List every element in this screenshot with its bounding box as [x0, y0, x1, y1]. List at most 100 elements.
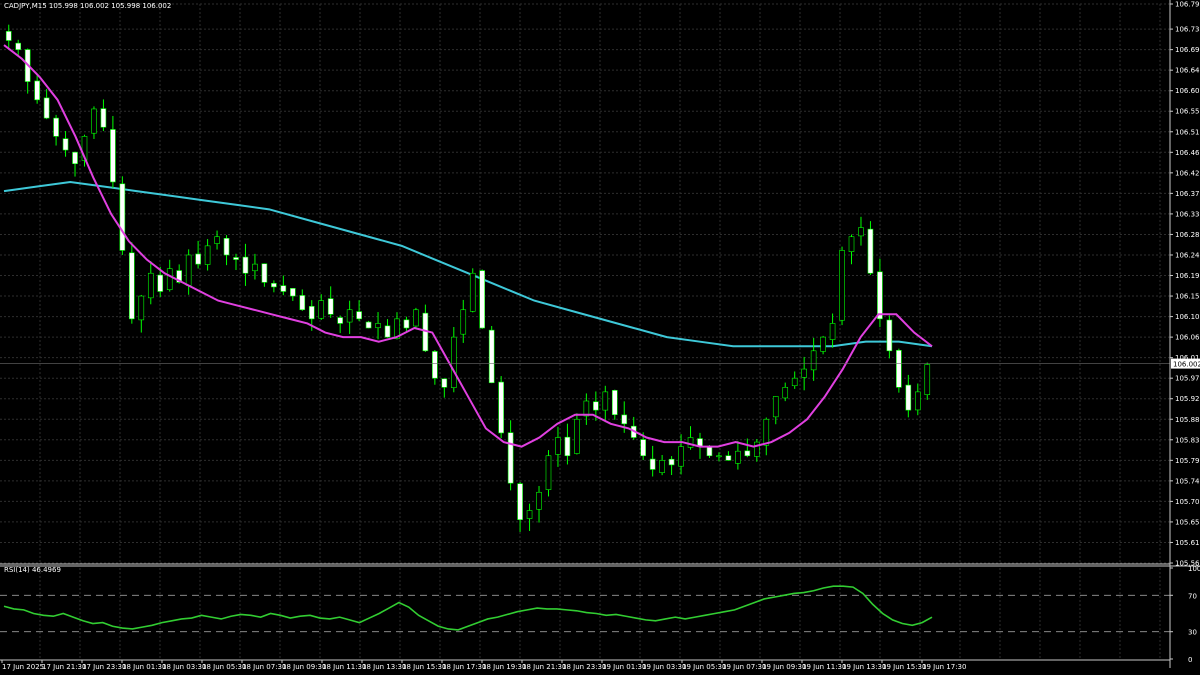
- rsi-scale-label: 100: [1188, 565, 1200, 573]
- time-tick-label: 18 Jun 11:30: [322, 663, 366, 671]
- candle-body: [479, 270, 486, 329]
- candle-body: [469, 272, 476, 312]
- candle-body: [782, 387, 789, 399]
- candle-body: [536, 491, 542, 510]
- candle-body: [905, 384, 912, 411]
- candle-body: [91, 108, 97, 134]
- time-tick-label: 18 Jun 03:30: [162, 663, 206, 671]
- candle-body: [517, 483, 523, 520]
- candle-body: [507, 432, 514, 484]
- price-tick-label: 106.150: [1175, 293, 1200, 301]
- candle-body: [214, 236, 220, 244]
- candle-body: [498, 381, 504, 434]
- time-tick-label: 18 Jun 15:30: [402, 663, 446, 671]
- time-tick-label: 19 Jun 05:30: [682, 663, 726, 671]
- candle-body: [413, 309, 419, 327]
- candle-body: [848, 236, 855, 252]
- candle-body: [280, 285, 287, 292]
- candle-body: [290, 288, 296, 297]
- price-tick-label: 106.690: [1175, 46, 1200, 54]
- candle-body: [138, 295, 145, 321]
- price-tick-label: 106.105: [1175, 313, 1200, 321]
- candle-body: [403, 319, 410, 329]
- candle-body: [621, 414, 628, 425]
- rsi-scale-label: 70: [1188, 592, 1197, 600]
- price-tick-label: 106.420: [1175, 169, 1200, 177]
- candle-body: [100, 108, 107, 128]
- candle-body: [839, 250, 845, 321]
- price-tick-label: 105.790: [1175, 457, 1200, 465]
- price-tick-label: 105.745: [1175, 477, 1200, 485]
- symbol-info: CADJPY,M15 105.998 106.002 105.998 106.0…: [4, 2, 172, 10]
- candle-body: [744, 450, 751, 457]
- candle-body: [43, 97, 50, 119]
- candle-body: [299, 295, 306, 311]
- price-tick-label: 106.600: [1175, 87, 1200, 95]
- candle-body: [914, 391, 921, 411]
- time-tick-label: 19 Jun 01:30: [602, 663, 646, 671]
- candle-body: [233, 257, 239, 260]
- price-tick-label: 106.060: [1175, 334, 1200, 342]
- candle-body: [896, 350, 902, 388]
- candle-body: [185, 254, 192, 286]
- price-tick-label: 105.970: [1175, 375, 1200, 383]
- candle-body: [34, 80, 40, 101]
- candle-body: [110, 129, 116, 183]
- time-tick-label: 19 Jun 07:30: [722, 663, 766, 671]
- candle-body: [611, 390, 618, 415]
- candle-body: [678, 446, 684, 467]
- candle-body: [261, 263, 268, 283]
- candle-body: [271, 283, 277, 288]
- time-tick-label: 18 Jun 07:30: [242, 663, 286, 671]
- candle-body: [252, 263, 258, 272]
- candle-body: [735, 450, 741, 464]
- candle-body: [886, 319, 893, 352]
- price-tick-label: 106.555: [1175, 108, 1200, 116]
- price-tick-label: 106.510: [1175, 128, 1200, 136]
- candle-body: [545, 455, 552, 490]
- candle-body: [450, 336, 457, 388]
- candle-body: [318, 300, 325, 319]
- candle-body: [829, 323, 836, 340]
- candle-body: [166, 268, 173, 291]
- candle-body: [877, 271, 883, 320]
- candle-body: [129, 252, 135, 320]
- candle-body: [763, 418, 770, 446]
- current-price-label: 106.002: [1173, 361, 1200, 369]
- candle-body: [564, 436, 571, 457]
- price-tick-label: 105.925: [1175, 395, 1200, 403]
- time-tick-label: 18 Jun 17:30: [442, 663, 486, 671]
- candle-body: [441, 378, 448, 388]
- candle-body: [640, 439, 646, 457]
- price-tick-label: 106.285: [1175, 231, 1200, 239]
- price-tick-label: 106.465: [1175, 149, 1200, 157]
- candle-body: [668, 458, 675, 466]
- candle-body: [526, 510, 533, 519]
- candle-body: [53, 117, 59, 137]
- price-tick-label: 105.835: [1175, 436, 1200, 444]
- candle-body: [555, 437, 561, 455]
- candle-body: [810, 350, 817, 371]
- candle-body: [375, 323, 381, 329]
- candle-body: [308, 306, 315, 320]
- candle-body: [432, 351, 438, 379]
- candle-body: [687, 437, 694, 448]
- candle-body: [365, 321, 372, 329]
- time-tick-label: 19 Jun 15:30: [882, 663, 926, 671]
- time-tick-label: 17 Jun 23:30: [82, 663, 126, 671]
- candle-body: [716, 455, 722, 458]
- candle-body: [574, 418, 580, 454]
- candle-body: [602, 391, 609, 411]
- candle-body: [119, 183, 126, 251]
- candle-body: [5, 31, 12, 41]
- candle-body: [659, 460, 665, 473]
- price-tick-label: 106.645: [1175, 67, 1200, 75]
- candle-body: [754, 441, 760, 457]
- time-tick-label: 19 Jun 13:30: [842, 663, 886, 671]
- candle-body: [460, 309, 467, 335]
- price-tick-label: 106.375: [1175, 190, 1200, 198]
- candle-body: [15, 42, 22, 50]
- time-tick-label: 17 Jun 2025: [2, 663, 44, 671]
- candle-body: [858, 227, 864, 237]
- time-tick-label: 18 Jun 05:30: [202, 663, 246, 671]
